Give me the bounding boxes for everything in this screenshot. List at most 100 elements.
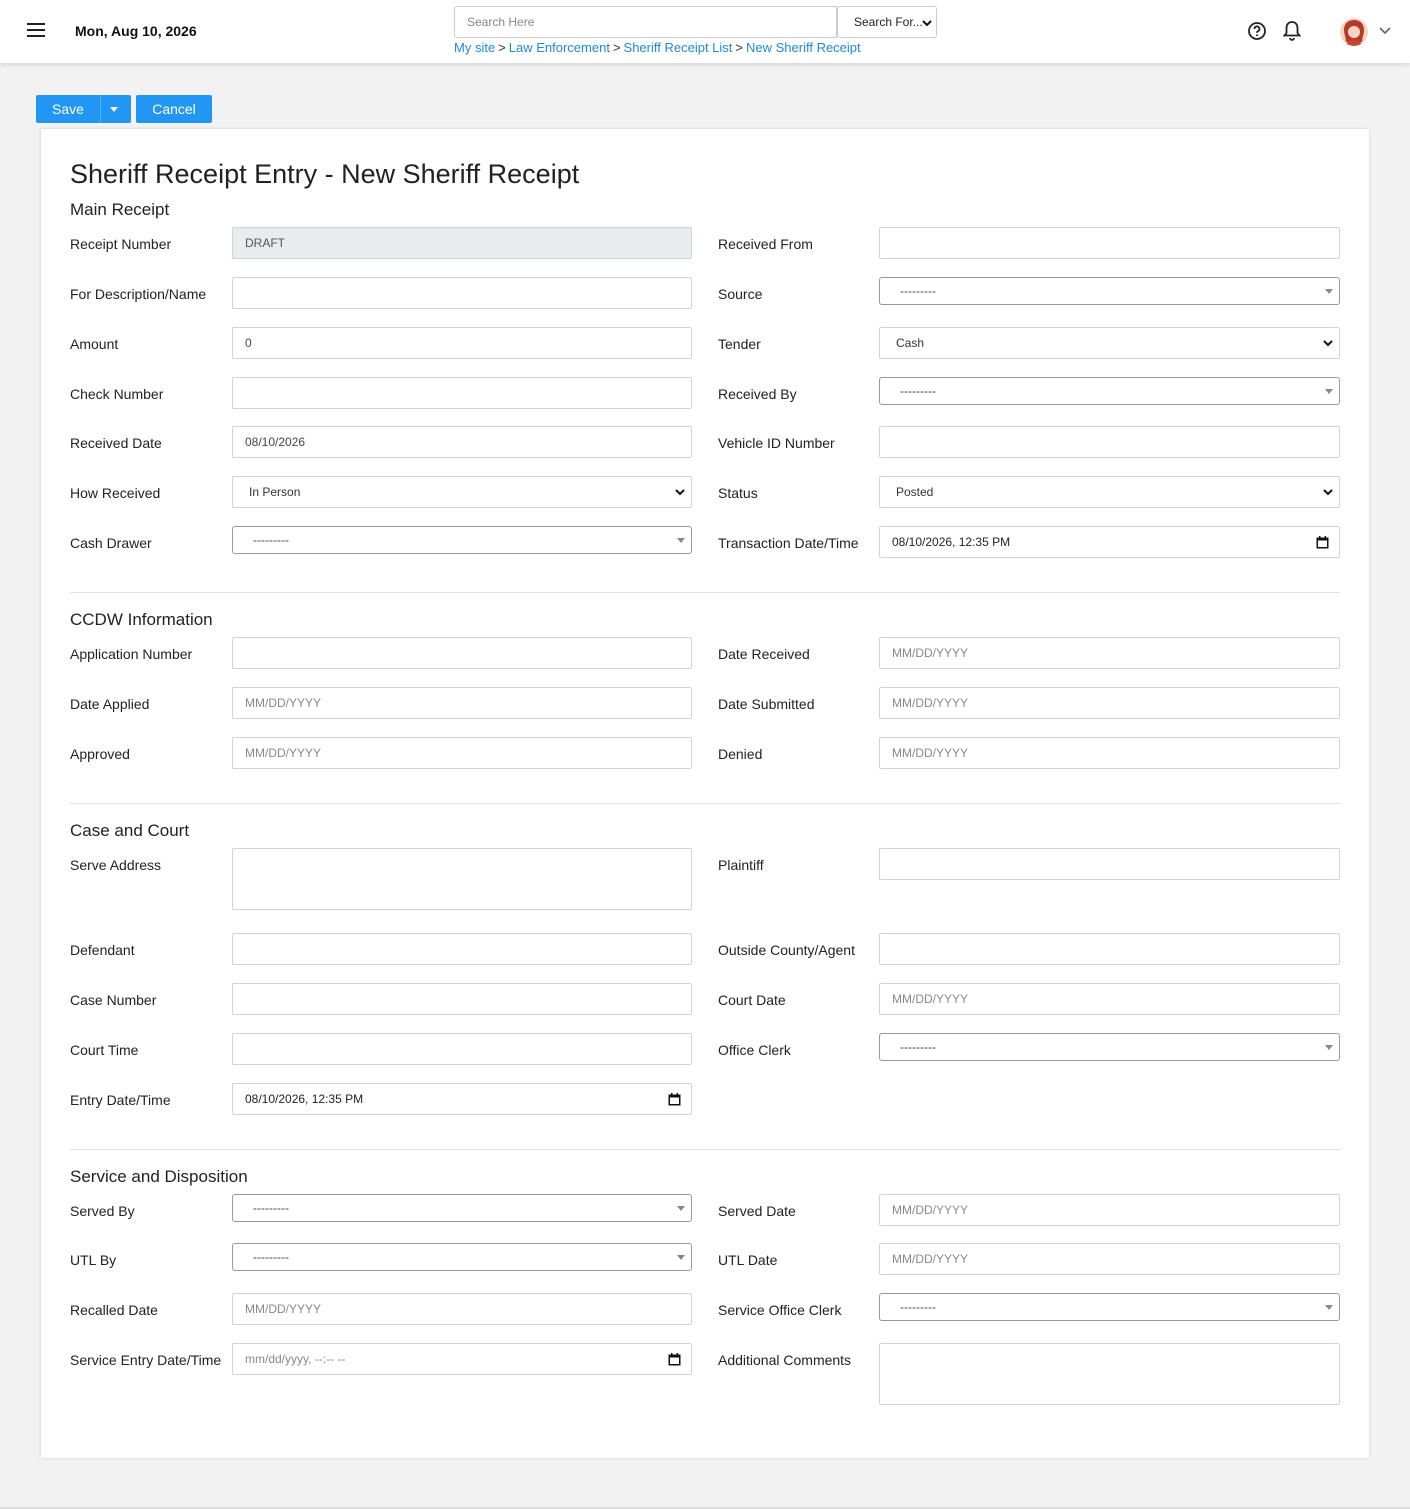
breadcrumb-law-enforcement[interactable]: Law Enforcement xyxy=(509,40,610,55)
serve-address-textarea[interactable] xyxy=(232,848,692,910)
label-how-received: How Received xyxy=(70,485,161,501)
label-source: Source xyxy=(718,286,763,302)
vehicle-id-field[interactable] xyxy=(879,426,1340,458)
utl-by-select[interactable]: --------- xyxy=(232,1243,692,1271)
chevron-down-icon xyxy=(1323,340,1333,347)
received-date-field[interactable]: 08/10/2026 xyxy=(232,426,692,458)
service-office-clerk-select[interactable]: --------- xyxy=(879,1293,1340,1321)
for-description-field[interactable] xyxy=(232,277,692,309)
label-utl-by: UTL By xyxy=(70,1252,117,1268)
label-approved: Approved xyxy=(70,746,130,762)
source-value: --------- xyxy=(900,284,936,298)
office-clerk-select[interactable]: --------- xyxy=(879,1033,1340,1061)
served-by-select[interactable]: --------- xyxy=(232,1194,692,1222)
label-plaintiff: Plaintiff xyxy=(718,857,764,873)
label-defendant: Defendant xyxy=(70,942,135,958)
label-received-by: Received By xyxy=(718,386,797,402)
service-entry-datetime-field[interactable]: mm/dd/yyyy, --:-- -- xyxy=(232,1343,692,1375)
label-service-entry-datetime: Service Entry Date/Time xyxy=(70,1352,222,1368)
date-applied-field[interactable]: MM/DD/YYYY xyxy=(232,687,692,719)
label-cash-drawer: Cash Drawer xyxy=(70,535,152,551)
received-by-select[interactable]: --------- xyxy=(879,377,1340,405)
breadcrumb-separator: > xyxy=(735,40,743,55)
label-date-submitted: Date Submitted xyxy=(718,696,815,712)
breadcrumb-my-site[interactable]: My site xyxy=(454,40,495,55)
section-divider xyxy=(70,803,1340,804)
additional-comments-textarea[interactable] xyxy=(879,1343,1340,1405)
caret-down-icon[interactable] xyxy=(110,107,118,112)
court-date-field[interactable]: MM/DD/YYYY xyxy=(879,983,1340,1015)
application-number-field[interactable] xyxy=(232,637,692,669)
label-additional-comments: Additional Comments xyxy=(718,1352,852,1368)
check-number-field[interactable] xyxy=(232,377,692,409)
label-date-received: Date Received xyxy=(718,646,810,662)
chevron-down-icon xyxy=(1323,489,1333,496)
caret-down-icon xyxy=(1325,1305,1333,1310)
label-served-by: Served By xyxy=(70,1203,135,1219)
label-received-from: Received From xyxy=(718,236,813,252)
label-case-number: Case Number xyxy=(70,992,157,1008)
section-title-ccdw: CCDW Information xyxy=(70,610,213,629)
court-time-field[interactable] xyxy=(232,1033,692,1065)
label-application-number: Application Number xyxy=(70,646,193,662)
breadcrumb: My site > Law Enforcement > Sheriff Receipt … xyxy=(454,40,861,55)
how-received-value: In Person xyxy=(249,485,301,499)
help-icon[interactable] xyxy=(1247,21,1267,41)
caret-down-icon xyxy=(677,1206,685,1211)
label-vehicle-id: Vehicle ID Number xyxy=(718,435,835,451)
label-received-date: Received Date xyxy=(70,435,162,451)
receipt-number-field: DRAFT xyxy=(232,227,692,259)
defendant-field[interactable] xyxy=(232,933,692,965)
cash-drawer-select[interactable]: --------- xyxy=(232,526,692,554)
plaintiff-field[interactable] xyxy=(879,848,1340,880)
served-date-field[interactable]: MM/DD/YYYY xyxy=(879,1194,1340,1226)
status-value: Posted xyxy=(896,485,934,499)
caret-down-icon xyxy=(677,538,685,543)
how-received-select[interactable]: In Person xyxy=(232,476,692,508)
source-select[interactable]: --------- xyxy=(879,277,1340,305)
utl-date-field[interactable]: MM/DD/YYYY xyxy=(879,1243,1340,1275)
bell-icon[interactable] xyxy=(1282,20,1302,42)
breadcrumb-new-sheriff-receipt[interactable]: New Sheriff Receipt xyxy=(746,40,861,55)
label-serve-address: Serve Address xyxy=(70,857,162,873)
tender-select[interactable]: Cash xyxy=(879,327,1340,359)
search-scope-select[interactable]: Search For... xyxy=(837,6,937,38)
transaction-datetime-field[interactable]: 08/10/2026, 12:35 PM xyxy=(879,526,1340,558)
save-button[interactable]: Save xyxy=(36,95,131,123)
search-scope-label: Search For... xyxy=(854,15,923,29)
search-input[interactable] xyxy=(454,6,837,38)
label-court-time: Court Time xyxy=(70,1042,139,1058)
utl-by-value: --------- xyxy=(253,1250,289,1264)
label-status: Status xyxy=(718,485,758,501)
calendar-icon[interactable] xyxy=(668,1093,681,1106)
form-card: Sheriff Receipt Entry - New Sheriff Rece… xyxy=(41,129,1369,1458)
chevron-down-icon xyxy=(922,20,932,27)
service-entry-datetime-placeholder: mm/dd/yyyy, --:-- -- xyxy=(245,1352,346,1366)
date-received-field[interactable]: MM/DD/YYYY xyxy=(879,637,1340,669)
calendar-icon[interactable] xyxy=(668,1353,681,1366)
recalled-date-field[interactable]: MM/DD/YYYY xyxy=(232,1293,692,1325)
cancel-button[interactable]: Cancel xyxy=(136,95,212,123)
office-clerk-value: --------- xyxy=(900,1040,936,1054)
calendar-icon[interactable] xyxy=(1316,536,1329,549)
breadcrumb-sheriff-receipt-list[interactable]: Sheriff Receipt List xyxy=(624,40,733,55)
chevron-down-icon[interactable] xyxy=(1378,25,1392,37)
section-title-main-receipt: Main Receipt xyxy=(70,200,170,219)
outside-county-field[interactable] xyxy=(879,933,1340,965)
status-select[interactable]: Posted xyxy=(879,476,1340,508)
label-check-number: Check Number xyxy=(70,386,164,402)
label-office-clerk: Office Clerk xyxy=(718,1042,791,1058)
date-submitted-field[interactable]: MM/DD/YYYY xyxy=(879,687,1340,719)
breadcrumb-separator: > xyxy=(612,40,621,55)
label-transaction-datetime: Transaction Date/Time xyxy=(718,535,859,551)
entry-datetime-field[interactable]: 08/10/2026, 12:35 PM xyxy=(232,1083,692,1115)
menu-icon[interactable] xyxy=(27,23,45,39)
case-number-field[interactable] xyxy=(232,983,692,1015)
caret-down-icon xyxy=(677,1255,685,1260)
received-from-field[interactable] xyxy=(879,227,1340,259)
avatar[interactable] xyxy=(1340,18,1368,46)
approved-field[interactable]: MM/DD/YYYY xyxy=(232,737,692,769)
amount-field[interactable]: 0 xyxy=(232,327,692,359)
denied-field[interactable]: MM/DD/YYYY xyxy=(879,737,1340,769)
label-served-date: Served Date xyxy=(718,1203,796,1219)
